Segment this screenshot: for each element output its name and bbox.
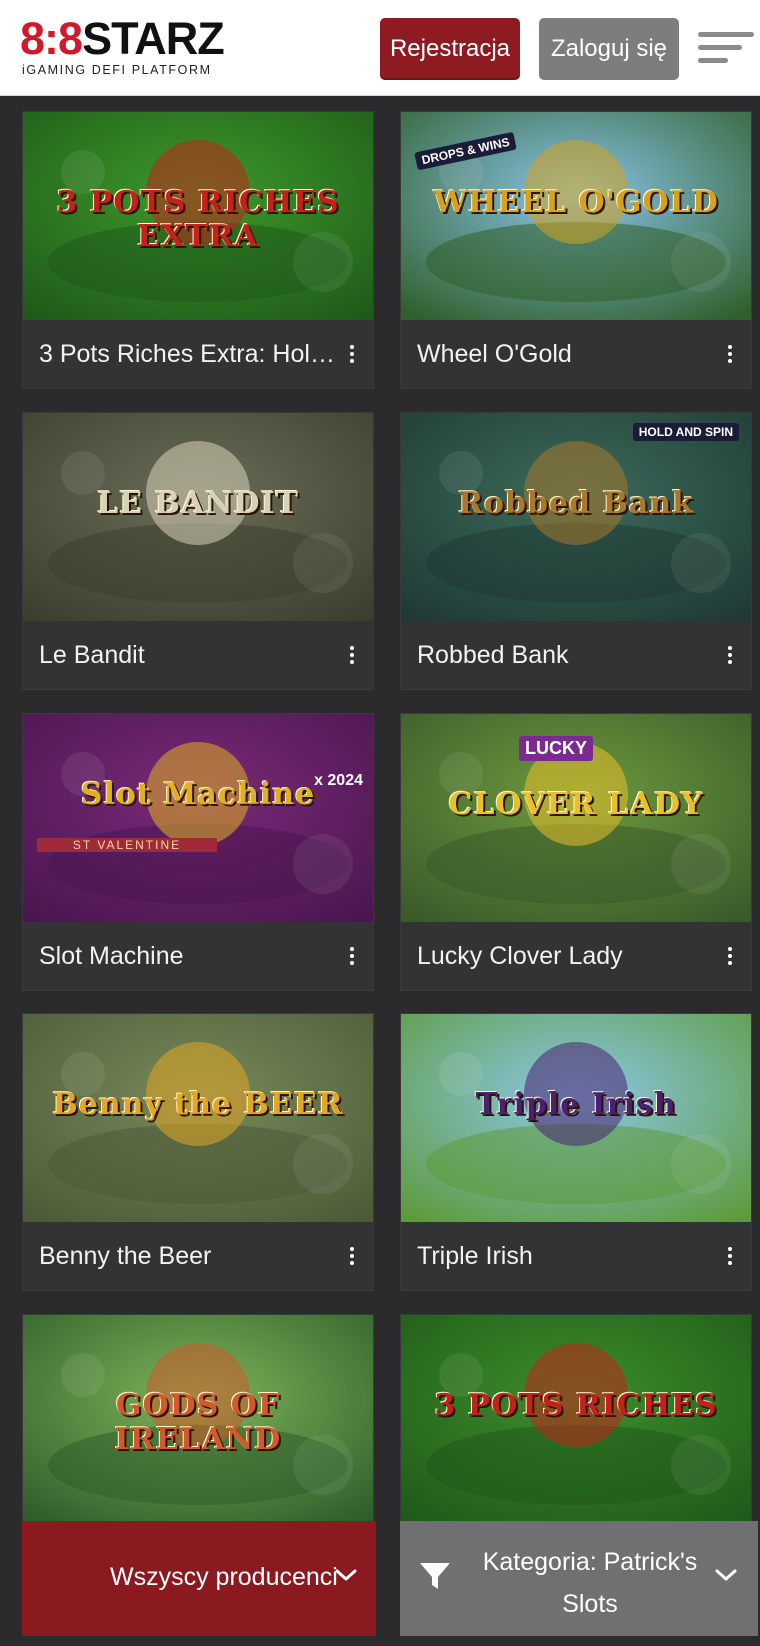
game-title[interactable]: Wheel O'Gold bbox=[417, 340, 717, 369]
providers-label: Wszyscy producenci bbox=[110, 1563, 338, 1591]
game-card[interactable]: 3 POTS RICHES EXTRA 3 Pots Riches Extra: … bbox=[22, 111, 374, 389]
more-options-icon[interactable] bbox=[717, 334, 743, 374]
game-art-title: 3 POTS RICHES bbox=[434, 1388, 718, 1423]
more-options-icon[interactable] bbox=[339, 936, 365, 976]
game-art-counter: x 2024 bbox=[314, 772, 363, 789]
game-card[interactable]: WHEEL O'GOLD DROPS & WINS Wheel O'Gold bbox=[400, 111, 752, 389]
filter-icon bbox=[420, 1563, 450, 1589]
more-options-icon[interactable] bbox=[717, 936, 743, 976]
game-card[interactable]: Triple Irish Triple Irish bbox=[400, 1013, 752, 1291]
game-art-subtitle: ST VALENTINE bbox=[37, 838, 217, 852]
logo-wordmark: 8:8STARZ bbox=[20, 13, 225, 64]
game-card[interactable]: Robbed Bank HOLD AND SPIN Robbed Bank bbox=[400, 412, 752, 690]
game-art-title: WHEEL O'GOLD bbox=[433, 185, 719, 220]
game-thumbnail[interactable]: 3 POTS RICHES bbox=[401, 1315, 751, 1523]
hamburger-icon[interactable] bbox=[696, 28, 756, 68]
logo-tagline: iGAMING DEFI PLATFORM bbox=[22, 63, 212, 77]
game-title[interactable]: Triple Irish bbox=[417, 1242, 717, 1271]
game-thumbnail[interactable]: CLOVER LADY LUCKY bbox=[401, 714, 751, 922]
game-art-title: 3 POTS RICHES EXTRA bbox=[56, 185, 340, 254]
more-options-icon[interactable] bbox=[339, 1236, 365, 1276]
game-badge: LUCKY bbox=[519, 736, 593, 761]
more-options-icon[interactable] bbox=[717, 1236, 743, 1276]
game-title[interactable]: 3 Pots Riches Extra: Hold ... bbox=[39, 340, 339, 369]
game-badge: HOLD AND SPIN bbox=[632, 423, 739, 441]
game-title[interactable]: Slot Machine bbox=[39, 942, 339, 971]
more-options-icon[interactable] bbox=[339, 635, 365, 675]
category-label: Kategoria: Patrick's Slots bbox=[482, 1548, 698, 1618]
chevron-down-icon bbox=[335, 1569, 357, 1581]
game-card[interactable]: Benny the BEER Benny the Beer bbox=[22, 1013, 374, 1291]
game-thumbnail[interactable]: LE BANDIT bbox=[23, 413, 373, 621]
game-art-title: Benny the BEER bbox=[52, 1087, 344, 1122]
game-thumbnail[interactable]: Benny the BEER bbox=[23, 1014, 373, 1222]
login-button[interactable]: Zaloguj się bbox=[539, 18, 679, 80]
game-thumbnail[interactable]: WHEEL O'GOLD DROPS & WINS bbox=[401, 112, 751, 320]
game-title[interactable]: Lucky Clover Lady bbox=[417, 942, 717, 971]
game-art-title: LE BANDIT bbox=[97, 486, 299, 521]
game-card[interactable]: LE BANDIT Le Bandit bbox=[22, 412, 374, 690]
logo[interactable]: 8:8STARZ iGAMING DEFI PLATFORM bbox=[20, 16, 230, 80]
game-art-title: Robbed Bank bbox=[458, 486, 694, 521]
game-thumbnail[interactable]: Robbed Bank HOLD AND SPIN bbox=[401, 413, 751, 621]
game-art-title: GODS OF IRELAND bbox=[114, 1388, 282, 1457]
game-title[interactable]: Benny the Beer bbox=[39, 1242, 339, 1271]
register-button[interactable]: Rejestracja bbox=[380, 18, 520, 80]
game-title[interactable]: Robbed Bank bbox=[417, 641, 717, 670]
more-options-icon[interactable] bbox=[339, 334, 365, 374]
game-art-title: Triple Irish bbox=[475, 1087, 677, 1122]
providers-dropdown[interactable]: Wszyscy producenci bbox=[22, 1521, 376, 1636]
game-card[interactable]: Slot Machine ST VALENTINE x 2024 Slot Machi… bbox=[22, 713, 374, 991]
game-art-title: CLOVER LADY bbox=[448, 787, 704, 822]
chevron-down-icon bbox=[715, 1569, 737, 1581]
game-thumbnail[interactable]: Triple Irish bbox=[401, 1014, 751, 1222]
game-title[interactable]: Le Bandit bbox=[39, 641, 339, 670]
game-thumbnail[interactable]: 3 POTS RICHES EXTRA bbox=[23, 112, 373, 320]
game-card[interactable]: CLOVER LADY LUCKY Lucky Clover Lady bbox=[400, 713, 752, 991]
more-options-icon[interactable] bbox=[717, 635, 743, 675]
game-thumbnail[interactable]: GODS OF IRELAND bbox=[23, 1315, 373, 1523]
game-thumbnail[interactable]: Slot Machine ST VALENTINE x 2024 bbox=[23, 714, 373, 922]
category-dropdown[interactable]: Kategoria: Patrick's Slots bbox=[400, 1521, 758, 1636]
site-header: 8:8STARZ iGAMING DEFI PLATFORM Rejestrac… bbox=[0, 0, 760, 96]
